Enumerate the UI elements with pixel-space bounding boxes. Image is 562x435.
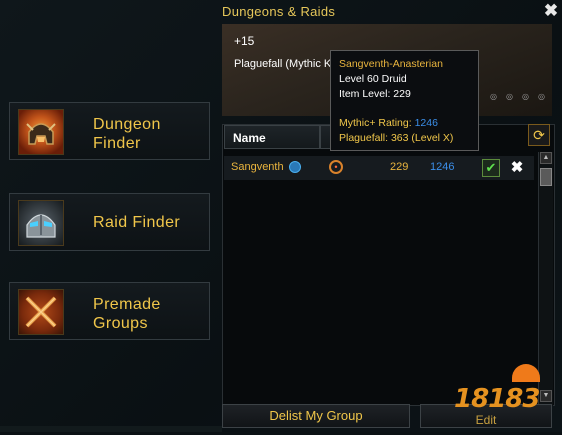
premade-groups-button[interactable]: Premade Groups <box>9 282 210 340</box>
site-watermark-logo: 18183 <box>450 364 560 422</box>
scroll-up-icon[interactable]: ▲ <box>540 152 552 164</box>
premade-groups-label-line2: Groups <box>93 315 148 332</box>
applicant-row[interactable]: Sangventh • 229 1246 ✔ ✖ <box>224 156 534 180</box>
banner-dungeon-name: Plaguefall (Mythic K <box>234 58 332 70</box>
scroll-thumb[interactable] <box>540 168 552 186</box>
keystone-level: +15 <box>234 34 255 48</box>
raid-finder-button[interactable]: Raid Finder <box>9 193 210 251</box>
tooltip-rating-line: Mythic+ Rating: 1246 <box>339 117 438 129</box>
refresh-button[interactable]: ⟳ <box>528 124 550 146</box>
finder-sidebar: Dungeon Finder Raid Finder Premade Group… <box>0 22 220 432</box>
raid-helmet-icon <box>18 200 64 246</box>
tooltip-level-class: Level 60 Druid <box>339 73 407 85</box>
applicant-name: Sangventh <box>231 161 284 173</box>
dungeon-helmet-icon <box>18 109 64 155</box>
dungeon-finder-label-line1: Dungeon <box>93 116 161 133</box>
tooltip-player-name: Sangventh-Anasterian <box>339 58 443 70</box>
applicant-item-level: 229 <box>390 161 409 173</box>
window-title: Dungeons & Raids <box>222 4 336 19</box>
close-icon[interactable]: ✖ <box>543 2 559 20</box>
accept-button[interactable]: ✔ <box>482 159 500 177</box>
raid-finder-label: Raid Finder <box>93 214 181 231</box>
list-scrollbar[interactable]: ▲ ▼ <box>538 152 553 406</box>
delist-group-button[interactable]: Delist My Group <box>222 404 410 428</box>
column-header-name-label: Name <box>233 131 266 145</box>
decline-button[interactable]: ✖ <box>508 159 526 177</box>
tooltip-best-run: Plaguefall: 363 (Level X) <box>339 132 454 144</box>
watermark-text: 18183 <box>454 384 540 414</box>
premade-groups-label-line1: Premade <box>93 296 161 313</box>
tooltip-rating-value: 1246 <box>414 117 438 129</box>
compass-icon: • <box>329 160 343 174</box>
player-tooltip: Sangventh-Anasterian Level 60 Druid Item… <box>330 50 479 151</box>
healer-role-icon <box>289 161 301 173</box>
dungeon-finder-button[interactable]: Dungeon Finder <box>9 102 210 160</box>
column-header-name[interactable]: Name <box>224 125 320 149</box>
dungeons-raids-window: Dungeons & Raids ✖ Dungeon Finder Raid F… <box>0 0 562 432</box>
dungeon-finder-label-line2: Finder <box>93 135 141 152</box>
tooltip-item-level: Item Level: 229 <box>339 88 411 100</box>
tooltip-rating-label: Mythic+ Rating: <box>339 117 412 129</box>
banner-role-icons: ◎◎◎◎ <box>490 92 554 101</box>
crossed-swords-icon <box>18 289 64 335</box>
applicant-rating: 1246 <box>430 161 455 173</box>
